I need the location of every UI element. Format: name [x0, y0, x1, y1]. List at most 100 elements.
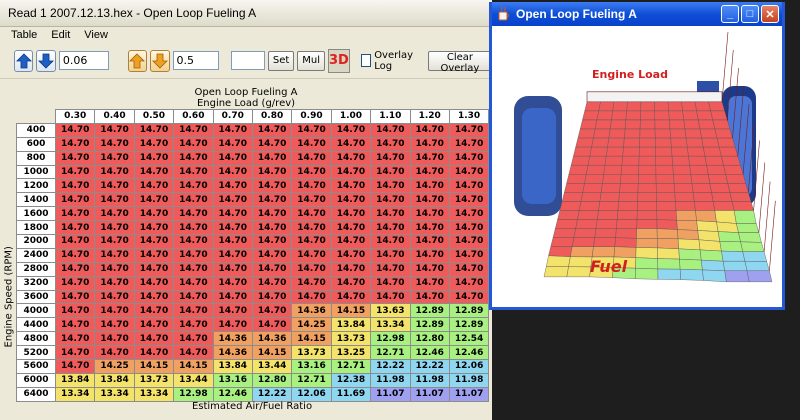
table-cell[interactable]: 14.70	[448, 122, 490, 138]
row-header[interactable]: 400	[16, 122, 56, 138]
table-cell[interactable]: 13.34	[94, 386, 135, 402]
table-cell[interactable]: 14.70	[409, 192, 450, 208]
table-cell[interactable]: 14.70	[448, 275, 490, 291]
table-cell[interactable]: 14.70	[330, 136, 372, 152]
table-cell[interactable]: 14.25	[94, 359, 135, 374]
table-cell[interactable]: 12.46	[409, 345, 450, 361]
table-cell[interactable]: 12.22	[370, 359, 411, 374]
table-cell[interactable]: 14.15	[251, 345, 293, 361]
table-cell[interactable]: 14.70	[94, 275, 135, 291]
main-title-bar[interactable]: Read 1 2007.12.13.hex - Open Loop Fuelin…	[0, 0, 492, 27]
table-cell[interactable]: 14.70	[251, 136, 293, 152]
row-header[interactable]: 1800	[16, 220, 56, 236]
column-header[interactable]: 0.50	[133, 109, 175, 124]
table-cell[interactable]: 14.70	[251, 220, 293, 236]
table-cell[interactable]: 14.70	[251, 275, 293, 291]
table-cell[interactable]: 14.70	[173, 164, 214, 180]
table-cell[interactable]: 14.70	[251, 261, 293, 277]
table-cell[interactable]: 14.70	[133, 289, 175, 305]
table-cell[interactable]: 14.70	[173, 136, 214, 152]
table-cell[interactable]: 14.70	[409, 164, 450, 180]
table-cell[interactable]: 14.70	[54, 303, 96, 319]
table-cell[interactable]: 14.70	[291, 220, 332, 236]
table-cell[interactable]: 14.70	[251, 247, 293, 263]
table-cell[interactable]: 14.70	[251, 192, 293, 208]
overlay-log-checkbox[interactable]	[360, 54, 372, 67]
table-cell[interactable]: 13.25	[330, 345, 372, 361]
table-cell[interactable]: 14.70	[94, 331, 135, 347]
table-cell[interactable]: 14.70	[133, 150, 175, 166]
table-cell[interactable]: 14.70	[212, 164, 253, 180]
table-cell[interactable]: 14.70	[54, 289, 96, 305]
table-cell[interactable]: 14.70	[291, 247, 332, 263]
table-cell[interactable]: 14.36	[212, 345, 253, 361]
table-cell[interactable]: 12.46	[212, 386, 253, 402]
table-cell[interactable]: 13.84	[330, 317, 372, 333]
table-cell[interactable]: 14.70	[291, 275, 332, 291]
table-cell[interactable]: 14.70	[251, 178, 293, 194]
table-cell[interactable]: 14.70	[212, 261, 253, 277]
table-cell[interactable]: 14.70	[133, 136, 175, 152]
table-cell[interactable]: 13.16	[291, 359, 332, 374]
table-cell[interactable]: 12.89	[409, 317, 450, 333]
table-cell[interactable]: 14.70	[94, 317, 135, 333]
table-cell[interactable]: 14.70	[291, 150, 332, 166]
table-cell[interactable]: 14.70	[54, 261, 96, 277]
table-cell[interactable]: 14.70	[330, 247, 372, 263]
table-cell[interactable]: 14.70	[370, 192, 411, 208]
table-cell[interactable]: 14.70	[330, 275, 372, 291]
row-header[interactable]: 1400	[16, 192, 56, 208]
table-cell[interactable]: 14.70	[133, 345, 175, 361]
row-header[interactable]: 2000	[16, 234, 56, 249]
table-cell[interactable]: 14.70	[291, 164, 332, 180]
table-cell[interactable]: 14.15	[291, 331, 332, 347]
table-cell[interactable]: 14.70	[409, 150, 450, 166]
table-cell[interactable]: 14.70	[330, 261, 372, 277]
table-cell[interactable]: 14.70	[133, 220, 175, 236]
menu-table[interactable]: Table	[4, 29, 44, 41]
table-cell[interactable]: 14.70	[133, 303, 175, 319]
menu-view[interactable]: View	[77, 29, 115, 41]
table-cell[interactable]: 14.70	[291, 206, 332, 222]
table-cell[interactable]: 14.70	[330, 164, 372, 180]
table-cell[interactable]: 14.70	[173, 122, 214, 138]
table-cell[interactable]: 14.70	[54, 192, 96, 208]
table-cell[interactable]: 14.70	[409, 136, 450, 152]
table-cell[interactable]: 14.36	[251, 331, 293, 347]
table-cell[interactable]: 13.34	[370, 317, 411, 333]
table-cell[interactable]: 12.22	[409, 359, 450, 374]
clear-overlay-button[interactable]: Clear Overlay	[427, 50, 492, 74]
table-cell[interactable]: 14.70	[409, 220, 450, 236]
column-header[interactable]: 0.70	[212, 109, 253, 124]
table-cell[interactable]: 14.15	[133, 359, 175, 374]
table-cell[interactable]: 14.70	[54, 345, 96, 361]
increase-small-button[interactable]	[14, 49, 34, 72]
table-cell[interactable]: 14.70	[370, 178, 411, 194]
table-cell[interactable]: 14.70	[212, 220, 253, 236]
table-cell[interactable]: 13.34	[133, 386, 175, 402]
table-cell[interactable]: 14.70	[173, 275, 214, 291]
table-cell[interactable]: 14.70	[330, 220, 372, 236]
table-cell[interactable]: 14.70	[448, 234, 490, 249]
table-cell[interactable]: 12.80	[409, 331, 450, 347]
table-cell[interactable]: 11.07	[448, 386, 490, 402]
table-cell[interactable]: 12.38	[330, 372, 372, 388]
row-header[interactable]: 4800	[16, 331, 56, 347]
table-cell[interactable]: 14.70	[370, 206, 411, 222]
table-cell[interactable]: 14.70	[94, 178, 135, 194]
close-button[interactable]: ✕	[761, 5, 779, 23]
row-header[interactable]: 5200	[16, 345, 56, 361]
table-cell[interactable]: 14.70	[370, 164, 411, 180]
table-cell[interactable]: 14.70	[133, 275, 175, 291]
table-cell[interactable]: 14.70	[173, 289, 214, 305]
table-cell[interactable]: 14.70	[212, 303, 253, 319]
table-cell[interactable]: 14.70	[409, 206, 450, 222]
table-cell[interactable]: 14.70	[173, 234, 214, 249]
table-cell[interactable]: 14.70	[94, 247, 135, 263]
table-cell[interactable]: 14.70	[94, 261, 135, 277]
row-header[interactable]: 2400	[16, 247, 56, 263]
table-cell[interactable]: 14.70	[370, 122, 411, 138]
table-cell[interactable]: 14.70	[94, 136, 135, 152]
increase-large-button[interactable]	[127, 49, 148, 72]
table-cell[interactable]: 14.70	[291, 122, 332, 138]
